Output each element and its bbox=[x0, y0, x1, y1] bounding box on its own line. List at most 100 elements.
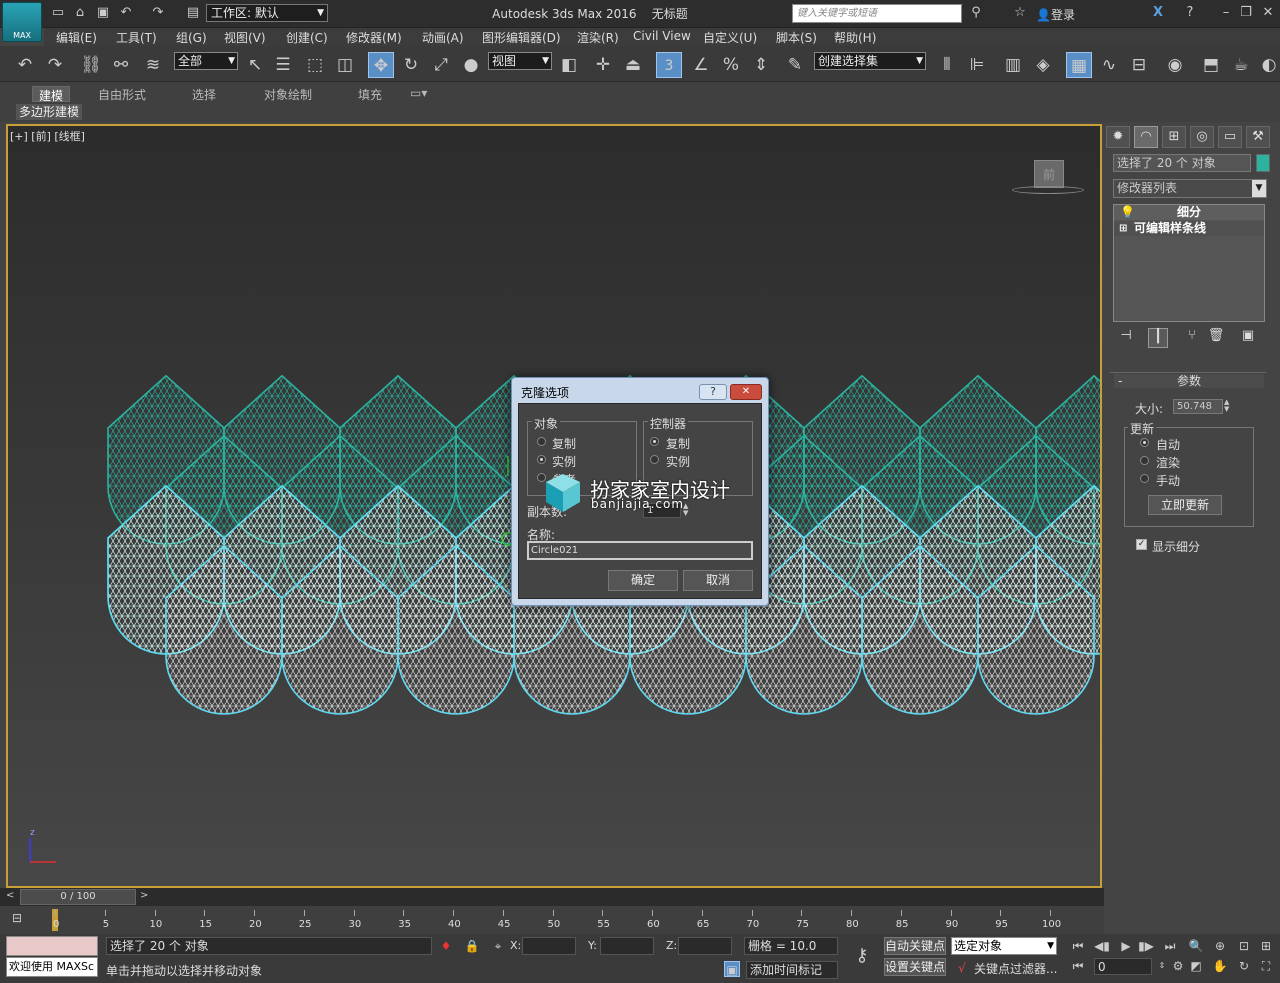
search-input[interactable]: 键入关键字或短语 bbox=[792, 4, 962, 23]
key-filters-icon[interactable]: √ bbox=[954, 960, 970, 976]
render-icon[interactable]: ◐ bbox=[1256, 52, 1280, 78]
hierarchy-tab-icon[interactable]: ⊞ bbox=[1162, 126, 1186, 148]
tab-populate[interactable]: 填充 bbox=[358, 86, 382, 102]
toggle-ribbon-icon[interactable]: ◈ bbox=[1030, 52, 1056, 78]
menu-item[interactable]: 创建(C) bbox=[286, 29, 328, 46]
help-icon[interactable]: ? bbox=[1182, 5, 1198, 21]
menu-item[interactable]: 视图(V) bbox=[224, 29, 266, 46]
zoom-all-icon[interactable]: ⊕ bbox=[1212, 938, 1228, 954]
app-menu-button[interactable]: MAX bbox=[2, 2, 42, 42]
maxscript-mini-listener[interactable]: 欢迎使用 MAXSc bbox=[6, 957, 98, 977]
current-frame-field[interactable]: 0 bbox=[1094, 958, 1152, 975]
material-editor-icon[interactable]: ◉ bbox=[1162, 52, 1188, 78]
next-frame-icon[interactable]: > bbox=[140, 890, 154, 904]
spinner-arrows-icon[interactable]: ⇕ bbox=[1154, 958, 1170, 974]
modifier-stack-item[interactable]: 💡 细分 bbox=[1114, 205, 1264, 220]
play-icon[interactable]: ▶ bbox=[1118, 938, 1134, 954]
time-slider-thumb[interactable]: 0 / 100 bbox=[20, 889, 136, 905]
absolute-mode-icon[interactable]: ⌖ bbox=[490, 938, 506, 954]
update-now-button[interactable]: 立即更新 bbox=[1148, 495, 1222, 515]
object-copy-radio[interactable] bbox=[537, 437, 546, 446]
menu-item[interactable]: 渲染(R) bbox=[577, 29, 619, 46]
object-color-swatch[interactable] bbox=[1256, 154, 1270, 172]
save-icon[interactable]: ▣ bbox=[95, 5, 111, 21]
schematic-view-icon[interactable]: ⊟ bbox=[1126, 52, 1152, 78]
render-setup-icon[interactable]: ⬒ bbox=[1198, 52, 1224, 78]
tab-freeform[interactable]: 自由形式 bbox=[98, 86, 146, 102]
clone-name-input[interactable]: Circle021 bbox=[527, 541, 753, 560]
y-coordinate-field[interactable] bbox=[600, 937, 654, 955]
show-end-result-icon[interactable]: ┃ bbox=[1148, 328, 1168, 348]
menu-item[interactable]: Civil View bbox=[633, 29, 691, 43]
time-slider[interactable] bbox=[0, 888, 1104, 906]
z-coordinate-field[interactable] bbox=[678, 937, 732, 955]
dialog-help-button[interactable]: ? bbox=[699, 384, 727, 400]
add-time-tag-button[interactable]: 添加时间标记 bbox=[746, 961, 838, 979]
new-file-icon[interactable]: ▭ bbox=[50, 5, 66, 21]
ref-coord-dropdown[interactable]: 视图 ▼ bbox=[488, 52, 552, 70]
key-mode-dropdown[interactable]: 选定对象 ▼ bbox=[951, 937, 1057, 955]
angle-snap-icon[interactable]: ∠ bbox=[688, 52, 714, 78]
orbit-icon[interactable]: ↻ bbox=[1236, 958, 1252, 974]
redo-icon[interactable]: ↷ bbox=[150, 5, 166, 21]
object-instance-radio[interactable] bbox=[537, 455, 546, 464]
redo-icon[interactable]: ↷ bbox=[42, 52, 68, 78]
goto-start-icon[interactable]: ⏮ bbox=[1070, 938, 1086, 954]
key-mode-toggle-icon[interactable]: ⏮ bbox=[1070, 958, 1086, 974]
field-of-view-icon[interactable]: ◩ bbox=[1188, 958, 1204, 974]
prev-key-icon[interactable]: ◀▮ bbox=[1094, 938, 1110, 954]
menu-item[interactable]: 帮助(H) bbox=[834, 29, 876, 46]
cancel-button[interactable]: 取消 bbox=[683, 570, 753, 591]
rect-selection-icon[interactable]: ⬚ bbox=[302, 52, 328, 78]
pivot-center-icon[interactable]: ◧ bbox=[556, 52, 582, 78]
pan-icon[interactable]: ✋ bbox=[1212, 958, 1228, 974]
select-move-icon[interactable]: ✥ bbox=[368, 52, 394, 78]
menu-item[interactable]: 自定义(U) bbox=[703, 29, 757, 46]
zoom-extents-all-icon[interactable]: ⊞ bbox=[1258, 938, 1274, 954]
maxscript-listener[interactable] bbox=[6, 936, 98, 956]
star-icon[interactable]: ☆ bbox=[1012, 5, 1028, 21]
ok-button[interactable]: 确定 bbox=[608, 570, 678, 591]
spinner-snap-icon[interactable]: ⇕ bbox=[748, 52, 774, 78]
menu-item[interactable]: 脚本(S) bbox=[776, 29, 817, 46]
layer-explorer-icon[interactable]: ▥ bbox=[1000, 52, 1026, 78]
update-manual-radio[interactable] bbox=[1140, 474, 1149, 483]
exchange-icon[interactable]: X bbox=[1150, 5, 1166, 21]
viewcube-ring[interactable] bbox=[1012, 186, 1084, 194]
mirror-icon[interactable]: ⫴ bbox=[934, 52, 960, 78]
select-manipulate-icon[interactable]: ✛ bbox=[590, 52, 616, 78]
login-button[interactable]: 👤登录 bbox=[1036, 6, 1075, 23]
menu-item[interactable]: 修改器(M) bbox=[346, 29, 402, 46]
controller-copy-radio[interactable] bbox=[650, 437, 659, 446]
pin-stack-icon[interactable]: ⊣ bbox=[1116, 328, 1136, 348]
modify-tab-icon[interactable]: ◠ bbox=[1134, 126, 1158, 148]
undo-icon[interactable]: ↶ bbox=[118, 5, 134, 21]
x-coordinate-field[interactable] bbox=[522, 937, 576, 955]
rollout-header[interactable]: - 参数 bbox=[1114, 374, 1264, 388]
menu-item[interactable]: 动画(A) bbox=[422, 29, 464, 46]
maximize-viewport-icon[interactable]: ⛶ bbox=[1258, 958, 1274, 974]
create-tab-icon[interactable]: ✹ bbox=[1106, 126, 1130, 148]
selection-lock-icon[interactable]: 🔒 bbox=[464, 938, 480, 954]
unlink-icon[interactable]: ⚯ bbox=[108, 52, 134, 78]
tab-polygon-modeling[interactable]: 多边形建模 bbox=[16, 104, 82, 120]
curve-editor-icon[interactable]: ∿ bbox=[1096, 52, 1122, 78]
next-key-icon[interactable]: ▮▶ bbox=[1138, 938, 1154, 954]
menu-item[interactable]: 编辑(E) bbox=[56, 29, 97, 46]
update-render-radio[interactable] bbox=[1140, 456, 1149, 465]
modifier-list-dropdown[interactable]: 修改器列表 ▼ bbox=[1113, 179, 1267, 198]
edit-named-selection-icon[interactable]: ✎ bbox=[782, 52, 808, 78]
prev-frame-icon[interactable]: < bbox=[6, 890, 20, 904]
display-tab-icon[interactable]: ▭ bbox=[1218, 126, 1242, 148]
ribbon-options-icon[interactable]: ▭▾ bbox=[410, 86, 427, 102]
zoom-icon[interactable]: 🔍 bbox=[1188, 938, 1204, 954]
viewport-label[interactable]: [+] [前] [线框] bbox=[10, 128, 85, 144]
menu-item[interactable]: 工具(T) bbox=[116, 29, 157, 46]
minimize-icon[interactable]: – bbox=[1218, 5, 1234, 21]
key-filters-button[interactable]: 关键点过滤器... bbox=[974, 960, 1057, 977]
open-file-icon[interactable]: ⌂ bbox=[72, 5, 88, 21]
motion-tab-icon[interactable]: ◎ bbox=[1190, 126, 1214, 148]
bind-space-warp-icon[interactable]: ≋ bbox=[140, 52, 166, 78]
show-subdiv-checkbox[interactable]: ✓ bbox=[1136, 539, 1147, 550]
goto-end-icon[interactable]: ⏭ bbox=[1162, 938, 1178, 954]
